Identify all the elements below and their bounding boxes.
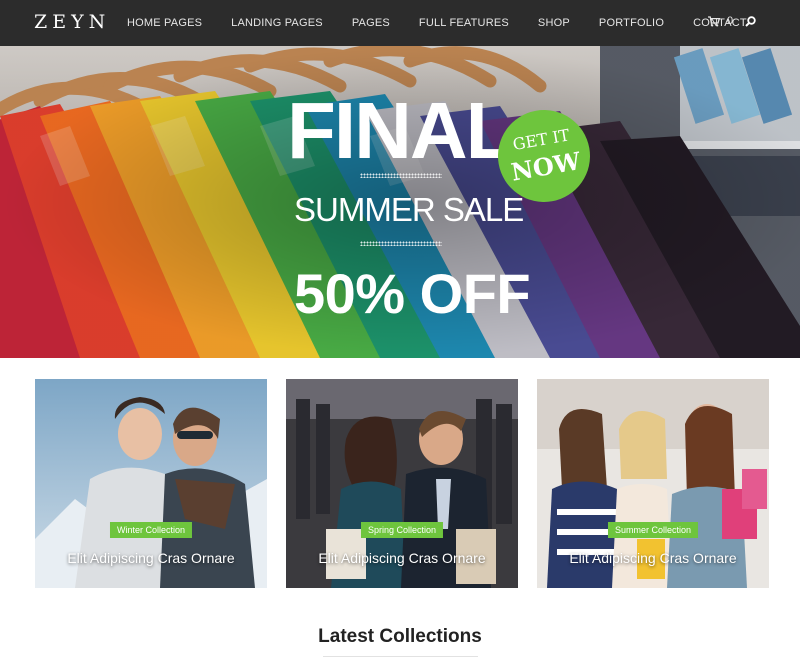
collection-title[interactable]: Elit Adipiscing Cras Ornare bbox=[35, 550, 267, 566]
menu-item-shop[interactable]: SHOP bbox=[538, 17, 570, 29]
latest-collections-heading: Latest Collections bbox=[318, 626, 482, 647]
site-logo[interactable]: ZEYN bbox=[34, 11, 110, 33]
menu-item-landing-pages[interactable]: LANDING PAGES bbox=[231, 17, 323, 29]
collection-card-spring[interactable]: Spring Collection Elit Adipiscing Cras O… bbox=[286, 379, 518, 588]
menu-item-portfolio[interactable]: PORTFOLIO bbox=[599, 17, 664, 29]
hero-subtitle: SUMMER SALE bbox=[294, 191, 524, 228]
menu-item-home-pages[interactable]: HOME PAGES bbox=[127, 17, 202, 29]
hero-title: FINAL bbox=[287, 86, 515, 175]
divider-dots-top bbox=[360, 173, 442, 178]
collection-tag[interactable]: Spring Collection bbox=[360, 522, 444, 538]
collection-tag[interactable]: Winter Collection bbox=[109, 522, 193, 538]
menu-item-full-features[interactable]: FULL FEATURES bbox=[419, 17, 509, 29]
divider-dots-bottom bbox=[360, 241, 442, 246]
main-menu: HOME PAGES LANDING PAGES PAGES FULL FEAT… bbox=[127, 17, 776, 29]
collection-title[interactable]: Elit Adipiscing Cras Ornare bbox=[286, 550, 518, 566]
cart-count: 0 bbox=[727, 15, 734, 27]
collection-card-winter[interactable]: Winter Collection Elit Adipiscing Cras O… bbox=[35, 379, 267, 588]
cart-icon bbox=[708, 15, 720, 26]
top-navbar: ZEYN HOME PAGES LANDING PAGES PAGES FULL… bbox=[0, 0, 800, 46]
hero-discount: 50% OFF bbox=[294, 262, 531, 325]
collection-tag[interactable]: Summer Collection bbox=[607, 522, 699, 538]
collection-title[interactable]: Elit Adipiscing Cras Ornare bbox=[537, 550, 769, 566]
menu-item-pages[interactable]: PAGES bbox=[352, 17, 390, 29]
cart-button[interactable]: 0 bbox=[708, 15, 733, 27]
search-icon[interactable] bbox=[745, 16, 756, 27]
collection-card-summer[interactable]: Summer Collection Elit Adipiscing Cras O… bbox=[537, 379, 769, 588]
heading-underline bbox=[323, 656, 478, 657]
hero-banner: FINAL SUMMER SALE 50% OFF GET IT NOW bbox=[0, 46, 800, 358]
